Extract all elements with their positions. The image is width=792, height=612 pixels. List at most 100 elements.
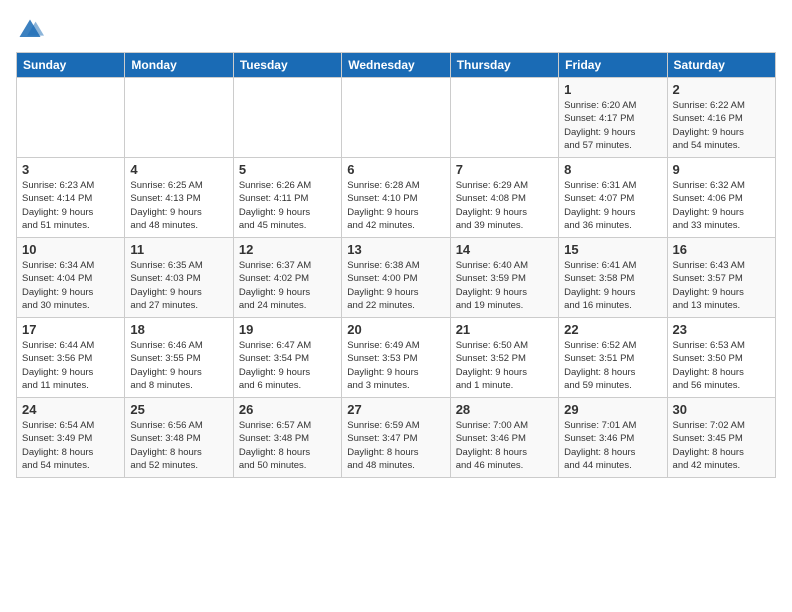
day-cell: 11 Sunrise: 6:35 AM Sunset: 4:03 PM Dayli… — [125, 238, 233, 318]
day-info: Sunrise: 6:54 AM Sunset: 3:49 PM Dayligh… — [22, 419, 119, 472]
day-cell: 24 Sunrise: 6:54 AM Sunset: 3:49 PM Dayli… — [17, 398, 125, 478]
day-info: Sunrise: 6:49 AM Sunset: 3:53 PM Dayligh… — [347, 339, 444, 392]
day-number: 22 — [564, 322, 661, 337]
week-row-4: 24 Sunrise: 6:54 AM Sunset: 3:49 PM Dayli… — [17, 398, 776, 478]
day-cell: 29 Sunrise: 7:01 AM Sunset: 3:46 PM Dayli… — [559, 398, 667, 478]
day-number: 6 — [347, 162, 444, 177]
day-info: Sunrise: 6:59 AM Sunset: 3:47 PM Dayligh… — [347, 419, 444, 472]
day-cell: 2 Sunrise: 6:22 AM Sunset: 4:16 PM Daylig… — [667, 78, 775, 158]
header-sunday: Sunday — [17, 53, 125, 78]
day-number: 13 — [347, 242, 444, 257]
day-info: Sunrise: 6:35 AM Sunset: 4:03 PM Dayligh… — [130, 259, 227, 312]
day-cell — [233, 78, 341, 158]
day-cell: 30 Sunrise: 7:02 AM Sunset: 3:45 PM Dayli… — [667, 398, 775, 478]
calendar-header: SundayMondayTuesdayWednesdayThursdayFrid… — [17, 53, 776, 78]
day-info: Sunrise: 6:26 AM Sunset: 4:11 PM Dayligh… — [239, 179, 336, 232]
day-cell: 15 Sunrise: 6:41 AM Sunset: 3:58 PM Dayli… — [559, 238, 667, 318]
day-number: 1 — [564, 82, 661, 97]
day-cell: 7 Sunrise: 6:29 AM Sunset: 4:08 PM Daylig… — [450, 158, 558, 238]
day-number: 24 — [22, 402, 119, 417]
day-info: Sunrise: 6:37 AM Sunset: 4:02 PM Dayligh… — [239, 259, 336, 312]
day-info: Sunrise: 6:28 AM Sunset: 4:10 PM Dayligh… — [347, 179, 444, 232]
week-row-1: 3 Sunrise: 6:23 AM Sunset: 4:14 PM Daylig… — [17, 158, 776, 238]
day-cell: 5Sunrise: 6:26 AM Sunset: 4:11 PM Daylig… — [233, 158, 341, 238]
day-cell: 16 Sunrise: 6:43 AM Sunset: 3:57 PM Dayli… — [667, 238, 775, 318]
header-wednesday: Wednesday — [342, 53, 450, 78]
week-row-2: 10Sunrise: 6:34 AM Sunset: 4:04 PM Dayli… — [17, 238, 776, 318]
day-info: Sunrise: 6:52 AM Sunset: 3:51 PM Dayligh… — [564, 339, 661, 392]
day-info: Sunrise: 7:01 AM Sunset: 3:46 PM Dayligh… — [564, 419, 661, 472]
day-number: 29 — [564, 402, 661, 417]
day-cell — [342, 78, 450, 158]
day-info: Sunrise: 6:29 AM Sunset: 4:08 PM Dayligh… — [456, 179, 553, 232]
week-row-3: 17 Sunrise: 6:44 AM Sunset: 3:56 PM Dayli… — [17, 318, 776, 398]
calendar-body: 1 Sunrise: 6:20 AM Sunset: 4:17 PM Daylig… — [17, 78, 776, 478]
day-number: 4 — [130, 162, 227, 177]
day-info: Sunrise: 6:44 AM Sunset: 3:56 PM Dayligh… — [22, 339, 119, 392]
day-cell: 26Sunrise: 6:57 AM Sunset: 3:48 PM Dayli… — [233, 398, 341, 478]
day-cell: 25 Sunrise: 6:56 AM Sunset: 3:48 PM Dayli… — [125, 398, 233, 478]
day-info: Sunrise: 6:20 AM Sunset: 4:17 PM Dayligh… — [564, 99, 661, 152]
logo-icon — [16, 16, 44, 44]
day-info: Sunrise: 6:31 AM Sunset: 4:07 PM Dayligh… — [564, 179, 661, 232]
day-cell: 27Sunrise: 6:59 AM Sunset: 3:47 PM Dayli… — [342, 398, 450, 478]
day-cell: 1 Sunrise: 6:20 AM Sunset: 4:17 PM Daylig… — [559, 78, 667, 158]
day-cell — [450, 78, 558, 158]
day-info: Sunrise: 6:32 AM Sunset: 4:06 PM Dayligh… — [673, 179, 770, 232]
day-info: Sunrise: 6:43 AM Sunset: 3:57 PM Dayligh… — [673, 259, 770, 312]
day-number: 8 — [564, 162, 661, 177]
header-tuesday: Tuesday — [233, 53, 341, 78]
calendar-table: SundayMondayTuesdayWednesdayThursdayFrid… — [16, 52, 776, 478]
day-number: 9 — [673, 162, 770, 177]
day-info: Sunrise: 7:02 AM Sunset: 3:45 PM Dayligh… — [673, 419, 770, 472]
day-cell: 20 Sunrise: 6:49 AM Sunset: 3:53 PM Dayli… — [342, 318, 450, 398]
day-cell: 19 Sunrise: 6:47 AM Sunset: 3:54 PM Dayli… — [233, 318, 341, 398]
day-number: 28 — [456, 402, 553, 417]
day-cell: 8 Sunrise: 6:31 AM Sunset: 4:07 PM Daylig… — [559, 158, 667, 238]
day-number: 2 — [673, 82, 770, 97]
header-saturday: Saturday — [667, 53, 775, 78]
day-cell: 10Sunrise: 6:34 AM Sunset: 4:04 PM Dayli… — [17, 238, 125, 318]
header-monday: Monday — [125, 53, 233, 78]
day-cell: 4Sunrise: 6:25 AM Sunset: 4:13 PM Daylig… — [125, 158, 233, 238]
day-cell: 28 Sunrise: 7:00 AM Sunset: 3:46 PM Dayli… — [450, 398, 558, 478]
day-cell — [125, 78, 233, 158]
day-cell: 21 Sunrise: 6:50 AM Sunset: 3:52 PM Dayli… — [450, 318, 558, 398]
day-number: 15 — [564, 242, 661, 257]
day-info: Sunrise: 6:41 AM Sunset: 3:58 PM Dayligh… — [564, 259, 661, 312]
day-info: Sunrise: 7:00 AM Sunset: 3:46 PM Dayligh… — [456, 419, 553, 472]
day-cell: 13 Sunrise: 6:38 AM Sunset: 4:00 PM Dayli… — [342, 238, 450, 318]
day-cell: 14 Sunrise: 6:40 AM Sunset: 3:59 PM Dayli… — [450, 238, 558, 318]
day-number: 25 — [130, 402, 227, 417]
day-info: Sunrise: 6:22 AM Sunset: 4:16 PM Dayligh… — [673, 99, 770, 152]
day-cell: 3 Sunrise: 6:23 AM Sunset: 4:14 PM Daylig… — [17, 158, 125, 238]
day-number: 30 — [673, 402, 770, 417]
day-info: Sunrise: 6:23 AM Sunset: 4:14 PM Dayligh… — [22, 179, 119, 232]
day-number: 26 — [239, 402, 336, 417]
day-info: Sunrise: 6:47 AM Sunset: 3:54 PM Dayligh… — [239, 339, 336, 392]
header-thursday: Thursday — [450, 53, 558, 78]
day-info: Sunrise: 6:38 AM Sunset: 4:00 PM Dayligh… — [347, 259, 444, 312]
header-row: SundayMondayTuesdayWednesdayThursdayFrid… — [17, 53, 776, 78]
day-number: 16 — [673, 242, 770, 257]
day-cell: 17 Sunrise: 6:44 AM Sunset: 3:56 PM Dayli… — [17, 318, 125, 398]
day-number: 7 — [456, 162, 553, 177]
day-cell: 12Sunrise: 6:37 AM Sunset: 4:02 PM Dayli… — [233, 238, 341, 318]
day-cell — [17, 78, 125, 158]
day-info: Sunrise: 6:40 AM Sunset: 3:59 PM Dayligh… — [456, 259, 553, 312]
day-number: 11 — [130, 242, 227, 257]
logo — [16, 16, 48, 44]
day-number: 20 — [347, 322, 444, 337]
day-number: 14 — [456, 242, 553, 257]
header-friday: Friday — [559, 53, 667, 78]
day-info: Sunrise: 6:50 AM Sunset: 3:52 PM Dayligh… — [456, 339, 553, 392]
day-cell: 9 Sunrise: 6:32 AM Sunset: 4:06 PM Daylig… — [667, 158, 775, 238]
day-number: 21 — [456, 322, 553, 337]
day-info: Sunrise: 6:46 AM Sunset: 3:55 PM Dayligh… — [130, 339, 227, 392]
day-info: Sunrise: 6:56 AM Sunset: 3:48 PM Dayligh… — [130, 419, 227, 472]
day-info: Sunrise: 6:53 AM Sunset: 3:50 PM Dayligh… — [673, 339, 770, 392]
day-number: 3 — [22, 162, 119, 177]
day-number: 17 — [22, 322, 119, 337]
day-number: 19 — [239, 322, 336, 337]
day-cell: 18Sunrise: 6:46 AM Sunset: 3:55 PM Dayli… — [125, 318, 233, 398]
